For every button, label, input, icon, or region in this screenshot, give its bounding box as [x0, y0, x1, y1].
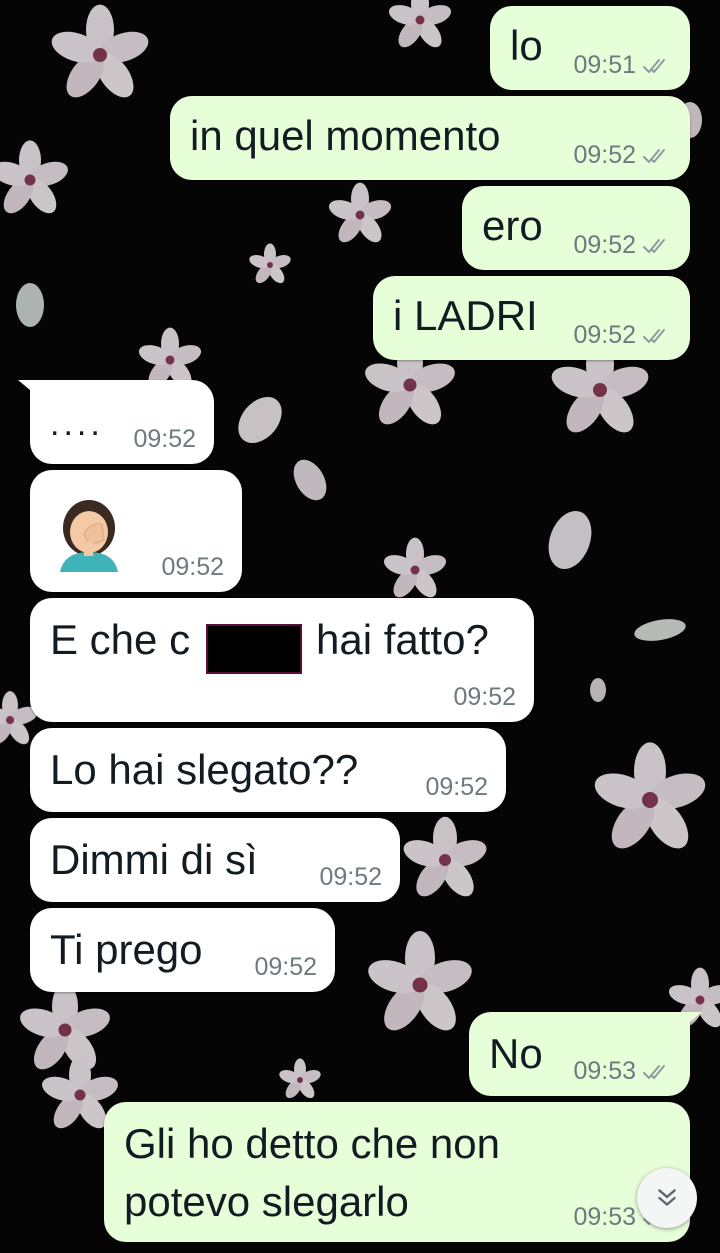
message-meta: 09:52	[453, 683, 516, 712]
message-outgoing[interactable]: Gli ho detto che non potevo slegarlo 09:…	[104, 1102, 690, 1242]
message-text: No	[489, 1030, 543, 1077]
message-text: i LADRI	[393, 292, 538, 339]
message-incoming[interactable]: E che c hai fatto? 09:52	[30, 598, 534, 722]
message-meta: 09:52	[573, 321, 672, 350]
double-check-icon	[643, 58, 665, 73]
message-text: ero	[482, 202, 543, 249]
message-time: 09:53	[573, 1203, 636, 1231]
message-meta: 09:52	[319, 863, 382, 892]
message-time: 09:53	[573, 1057, 636, 1085]
message-outgoing[interactable]: lo 09:51	[490, 6, 690, 90]
message-text: Dimmi di sì	[50, 836, 258, 883]
message-meta: 09:52	[425, 773, 488, 802]
message-time: 09:52	[573, 231, 636, 259]
message-time: 09:52	[319, 863, 382, 891]
message-text-part: E che c	[50, 616, 191, 663]
message-text-part: hai fatto?	[316, 616, 489, 663]
message-time: 09:51	[573, 51, 636, 79]
double-check-icon	[643, 1064, 665, 1079]
message-incoming[interactable]: Lo hai slegato?? 09:52	[30, 728, 506, 812]
message-meta: 09:53	[573, 1057, 672, 1086]
scroll-to-bottom-button[interactable]	[637, 1168, 697, 1228]
message-time: 09:52	[573, 141, 636, 169]
message-text-line: Gli ho detto che non	[124, 1120, 500, 1167]
face-palm-emoji-icon	[60, 500, 118, 572]
message-time: 09:52	[254, 953, 317, 981]
message-text: lo	[510, 22, 543, 69]
message-text: ....	[50, 405, 104, 443]
message-outgoing[interactable]: ero 09:52	[462, 186, 690, 270]
message-incoming[interactable]: 09:52	[30, 470, 242, 592]
message-meta: 09:52	[254, 953, 317, 982]
message-meta: 09:52	[161, 553, 224, 582]
message-incoming[interactable]: .... 09:52	[18, 380, 214, 464]
double-check-icon	[643, 148, 665, 163]
double-check-icon	[643, 328, 665, 343]
message-time: 09:52	[425, 773, 488, 801]
message-time: 09:52	[133, 425, 196, 453]
message-time: 09:52	[161, 553, 224, 581]
message-time: 09:52	[573, 321, 636, 349]
message-list[interactable]: lo 09:51 in quel momento 09:52 ero 09:52…	[0, 0, 720, 1253]
bubble-tail	[18, 380, 42, 400]
message-meta: 09:52	[573, 141, 672, 170]
message-meta: 09:52	[573, 231, 672, 260]
message-meta: 09:51	[573, 51, 672, 80]
message-outgoing[interactable]: in quel momento 09:52	[170, 96, 690, 180]
bubble-tail	[678, 1012, 702, 1032]
message-outgoing[interactable]: No 09:53	[469, 1012, 702, 1096]
message-meta: 09:52	[133, 425, 196, 454]
redaction-box	[206, 624, 302, 674]
double-chevron-down-icon	[658, 1189, 676, 1206]
message-time: 09:52	[453, 683, 516, 711]
message-text: in quel momento	[190, 112, 501, 159]
message-text: Ti prego	[50, 926, 203, 973]
message-text-line: potevo slegarlo	[124, 1178, 409, 1225]
message-outgoing[interactable]: i LADRI 09:52	[373, 276, 690, 360]
double-check-icon	[643, 238, 665, 253]
message-incoming[interactable]: Dimmi di sì 09:52	[30, 818, 400, 902]
message-text: Lo hai slegato??	[50, 746, 359, 793]
message-incoming[interactable]: Ti prego 09:52	[30, 908, 335, 992]
